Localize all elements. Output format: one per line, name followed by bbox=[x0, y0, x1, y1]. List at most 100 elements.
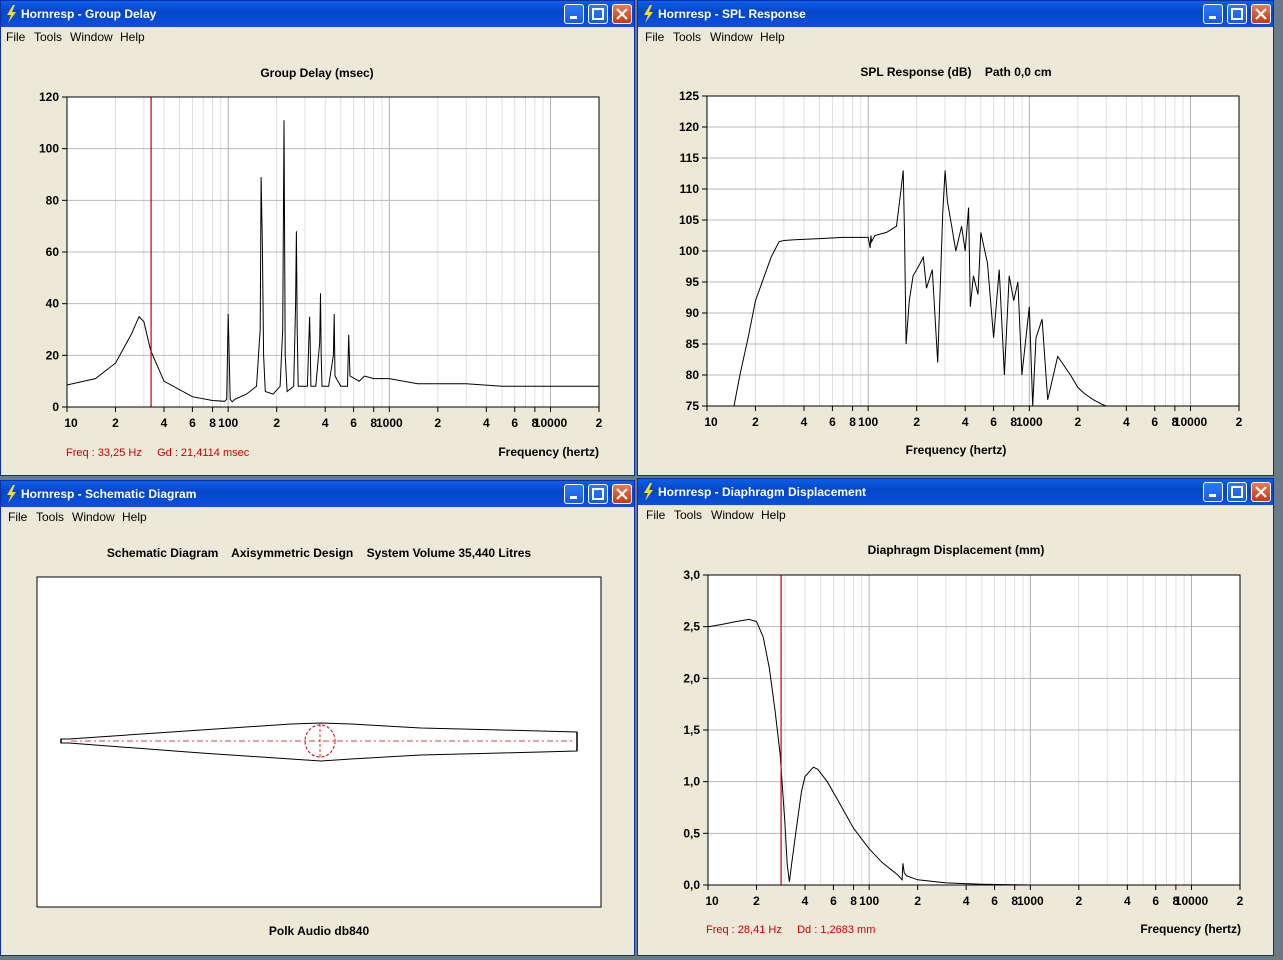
minimize-button[interactable] bbox=[564, 484, 584, 504]
x-tick-label: 2 bbox=[112, 416, 119, 430]
maximize-button[interactable] bbox=[588, 4, 608, 24]
x-tick-label: 100 bbox=[218, 416, 238, 430]
y-tick-label: 120 bbox=[679, 120, 699, 134]
menu-file[interactable]: File bbox=[6, 30, 25, 44]
x-tick-label: 2 bbox=[1236, 415, 1243, 429]
displacement-window: Hornresp - Diaphragm Displacement File T… bbox=[637, 478, 1274, 956]
menu-window[interactable]: Window bbox=[72, 510, 115, 524]
close-button[interactable] bbox=[1251, 4, 1271, 24]
y-tick-label: 3,0 bbox=[683, 568, 700, 582]
chart-title: Group Delay (msec) bbox=[260, 66, 373, 80]
menu-help[interactable]: Help bbox=[122, 510, 147, 524]
x-tick-label: 4 bbox=[161, 416, 168, 430]
y-tick-label: 20 bbox=[46, 348, 60, 362]
spl-response-window: Hornresp - SPL Response File Tools Windo… bbox=[637, 0, 1274, 476]
x-tick-label: 2 bbox=[753, 894, 760, 908]
lightning-icon bbox=[7, 5, 16, 23]
x-tick-label: 6 bbox=[991, 894, 998, 908]
menu-help[interactable]: Help bbox=[120, 30, 145, 44]
close-button[interactable] bbox=[612, 484, 632, 504]
menu-tools[interactable]: Tools bbox=[34, 30, 62, 44]
spl-response-chart[interactable]: SPL Response (dB) Path 0,0 cm Frequency … bbox=[638, 47, 1273, 475]
x-tick-label: 1000 bbox=[1017, 894, 1044, 908]
y-tick-label: 90 bbox=[686, 306, 700, 320]
minimize-button[interactable] bbox=[1203, 4, 1223, 24]
menu-bar: File Tools Window Help bbox=[638, 27, 1273, 47]
y-tick-label: 80 bbox=[46, 193, 60, 207]
menu-tools[interactable]: Tools bbox=[674, 508, 702, 522]
y-tick-label: 110 bbox=[680, 182, 700, 196]
menu-tools[interactable]: Tools bbox=[36, 510, 64, 524]
x-tick-label: 10 bbox=[704, 415, 718, 429]
chart-area: Group Delay (msec) Frequency (hertz) Fre… bbox=[1, 47, 634, 475]
close-button[interactable] bbox=[1251, 482, 1271, 502]
x-tick-label: 4 bbox=[1123, 415, 1130, 429]
lightning-icon bbox=[644, 483, 653, 501]
chart-title: SPL Response (dB) Path 0,0 cm bbox=[860, 65, 1051, 79]
y-tick-label: 60 bbox=[46, 245, 60, 259]
maximize-button[interactable] bbox=[1227, 482, 1247, 502]
y-tick-label: 115 bbox=[680, 151, 700, 165]
x-tick-label: 10000 bbox=[1174, 415, 1208, 429]
y-tick-label: 0,5 bbox=[683, 826, 700, 840]
minimize-button[interactable] bbox=[1203, 482, 1223, 502]
x-tick-label: 6 bbox=[990, 415, 997, 429]
diagram-canvas bbox=[36, 576, 602, 908]
menu-window[interactable]: Window bbox=[70, 30, 113, 44]
window-title: Hornresp - Schematic Diagram bbox=[21, 487, 197, 501]
group-delay-chart[interactable]: Group Delay (msec) Frequency (hertz) Fre… bbox=[1, 47, 634, 475]
x-tick-label: 8 bbox=[209, 416, 216, 430]
y-tick-label: 0 bbox=[52, 400, 59, 414]
y-tick-label: 0,0 bbox=[683, 878, 700, 892]
x-tick-label: 8 bbox=[850, 894, 857, 908]
displacement-chart[interactable]: Diaphragm Displacement (mm) Frequency (h… bbox=[638, 525, 1273, 955]
x-tick-label: 6 bbox=[350, 416, 357, 430]
y-tick-label: 120 bbox=[39, 90, 59, 104]
schematic-diagram[interactable]: Schematic Diagram Axisymmetric Design Sy… bbox=[1, 527, 634, 955]
menu-window[interactable]: Window bbox=[710, 30, 753, 44]
x-tick-label: 2 bbox=[1074, 415, 1081, 429]
cursor-readout: Freq : 28,41 Hz Dd : 1,2683 mm bbox=[706, 924, 875, 936]
x-tick-label: 4 bbox=[1124, 894, 1131, 908]
menu-file[interactable]: File bbox=[8, 510, 27, 524]
x-tick-label: 2 bbox=[1075, 894, 1082, 908]
x-tick-label: 10000 bbox=[534, 416, 568, 430]
x-tick-label: 2 bbox=[273, 416, 280, 430]
minimize-button[interactable] bbox=[564, 4, 584, 24]
y-tick-label: 80 bbox=[686, 368, 700, 382]
menu-bar: File Tools Window Help bbox=[1, 27, 634, 47]
menu-help[interactable]: Help bbox=[761, 508, 786, 522]
x-tick-label: 2 bbox=[914, 894, 921, 908]
maximize-button[interactable] bbox=[1227, 4, 1247, 24]
x-axis-label: Frequency (hertz) bbox=[906, 443, 1007, 457]
y-tick-label: 2,5 bbox=[683, 620, 700, 634]
title-bar[interactable]: Hornresp - Group Delay bbox=[1, 1, 634, 27]
y-tick-label: 1,0 bbox=[683, 775, 700, 789]
maximize-button[interactable] bbox=[588, 484, 608, 504]
x-tick-label: 4 bbox=[801, 415, 808, 429]
lightning-icon bbox=[644, 5, 653, 23]
window-title: Hornresp - Diaphragm Displacement bbox=[658, 485, 867, 499]
y-tick-label: 40 bbox=[46, 297, 60, 311]
menu-file[interactable]: File bbox=[646, 508, 665, 522]
y-tick-label: 75 bbox=[686, 399, 700, 413]
y-tick-label: 100 bbox=[679, 244, 699, 258]
y-tick-label: 125 bbox=[679, 89, 699, 103]
menu-tools[interactable]: Tools bbox=[673, 30, 701, 44]
schematic-window: Hornresp - Schematic Diagram File Tools … bbox=[0, 480, 635, 956]
x-tick-label: 10000 bbox=[1175, 894, 1209, 908]
x-tick-label: 6 bbox=[830, 894, 837, 908]
menu-window[interactable]: Window bbox=[711, 508, 754, 522]
y-tick-label: 1,5 bbox=[683, 723, 700, 737]
title-bar[interactable]: Hornresp - Schematic Diagram bbox=[1, 481, 634, 507]
x-tick-label: 10 bbox=[705, 894, 719, 908]
design-name: Polk Audio db840 bbox=[269, 924, 370, 938]
group-delay-window: Hornresp - Group Delay File Tools Window… bbox=[0, 0, 635, 476]
menu-bar: File Tools Window Help bbox=[1, 507, 634, 527]
title-bar[interactable]: Hornresp - SPL Response bbox=[638, 1, 1273, 27]
title-bar[interactable]: Hornresp - Diaphragm Displacement bbox=[638, 479, 1273, 505]
x-tick-label: 4 bbox=[802, 894, 809, 908]
close-button[interactable] bbox=[612, 4, 632, 24]
menu-file[interactable]: File bbox=[645, 30, 664, 44]
menu-help[interactable]: Help bbox=[760, 30, 785, 44]
